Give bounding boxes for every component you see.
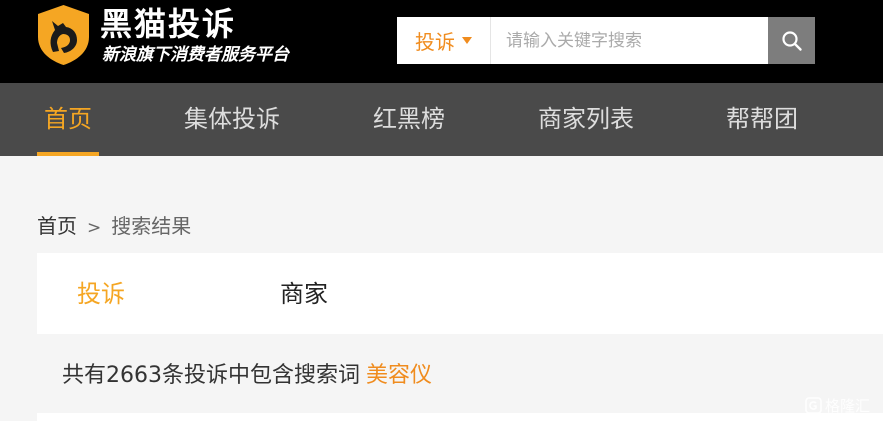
main-nav: 首页 集体投诉 红黑榜 商家列表 帮帮团 [0, 83, 883, 156]
result-list [37, 413, 883, 421]
search-keyword: 美容仪 [366, 363, 433, 388]
nav-item-group-complaints[interactable]: 集体投诉 [184, 83, 280, 156]
breadcrumb-home-link[interactable]: 首页 [37, 214, 77, 238]
nav-item-home[interactable]: 首页 [44, 83, 92, 156]
watermark-logo-icon [805, 396, 822, 414]
breadcrumb-separator: > [87, 218, 102, 238]
search-type-label: 投诉 [415, 30, 455, 54]
nav-item-merchant-list[interactable]: 商家列表 [538, 83, 634, 156]
nav-active-indicator [37, 152, 99, 156]
breadcrumb: 首页 > 搜索结果 [37, 212, 191, 240]
tab-complaints[interactable]: 投诉 [77, 253, 125, 334]
black-cat-shield-logo-icon[interactable] [36, 3, 91, 67]
search-button[interactable] [768, 17, 815, 64]
watermark: 格隆汇 [805, 394, 870, 416]
search-type-dropdown[interactable]: 投诉 [397, 17, 491, 64]
tab-merchants[interactable]: 商家 [280, 253, 328, 334]
search-bar: 投诉 [397, 17, 815, 64]
logo-subtitle: 新浪旗下消费者服务平台 [102, 45, 289, 65]
watermark-text: 格隆汇 [825, 396, 871, 415]
logo-title[interactable]: 黑猫投诉 [100, 4, 236, 44]
result-summary-text: 共有2663条投诉中包含搜索词 [62, 363, 360, 388]
nav-item-help-group[interactable]: 帮帮团 [726, 83, 798, 156]
nav-item-red-black-list[interactable]: 红黑榜 [373, 83, 445, 156]
search-input[interactable] [492, 17, 768, 64]
result-summary: 共有2663条投诉中包含搜索词 美容仪 [62, 360, 432, 392]
result-type-tabs: 投诉 商家 [37, 253, 883, 334]
site-header: 黑猫投诉 新浪旗下消费者服务平台 投诉 [0, 0, 883, 83]
breadcrumb-current: 搜索结果 [111, 214, 192, 238]
caret-down-icon [462, 37, 472, 44]
search-icon [781, 30, 802, 51]
